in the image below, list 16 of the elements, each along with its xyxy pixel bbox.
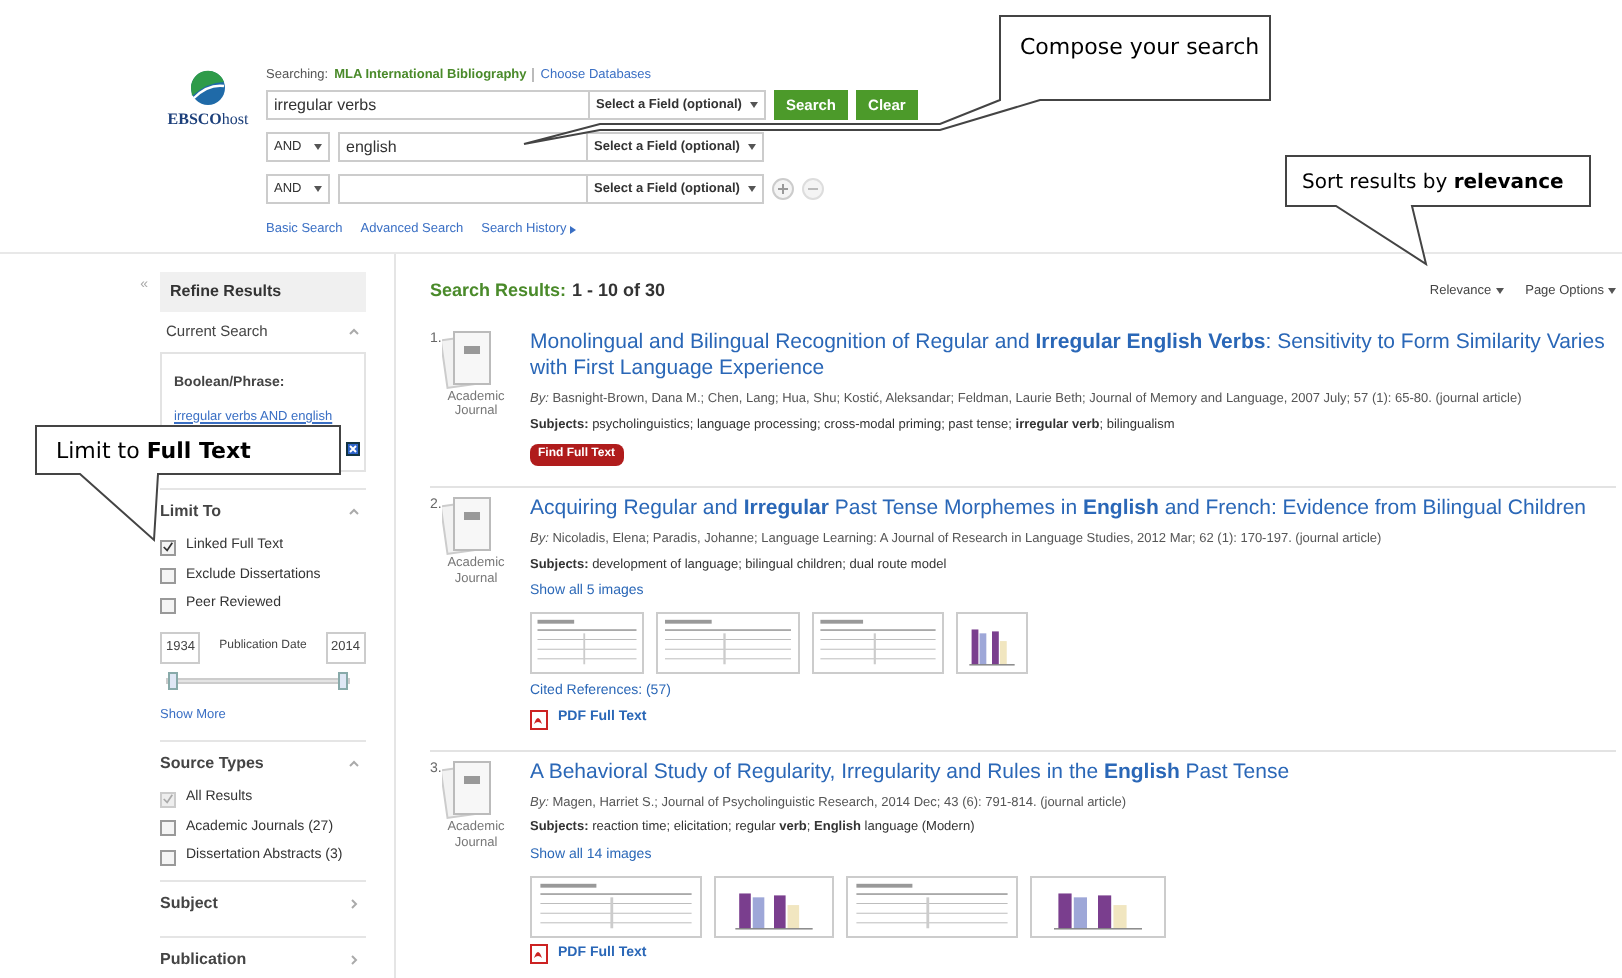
result-title-link[interactable]: A Behavioral Study of Regularity, Irregularity and Rules in the English Past Tense [530,759,1616,788]
section-title[interactable]: Subject [160,891,218,916]
callout-text: Sort results by relevance [1300,170,1566,198]
section-title[interactable]: Limit To [160,500,222,525]
result-title-link[interactable]: Monolingual and Bilingual Recognition of Regular and Irregular English Verbs: Sensitivity to Form Similarity Varies with First Language Experience [530,329,1616,384]
section-title[interactable]: Publication [160,947,247,972]
section-title[interactable]: Source Types [160,752,264,777]
search-input[interactable]: english [340,134,586,160]
refine-results-header: Refine Results [160,272,366,312]
search-input[interactable]: irregular verbs [268,92,588,118]
result-title-link[interactable]: Acquiring Regular and Irregular Past Tense Morphemes in English and French: Evidence from Bilingual Children [530,496,1616,524]
logo-text: EBSCOhost [167,108,249,132]
results-label: Search Results: [430,278,567,304]
callout-text: Compose your search [1018,32,1262,64]
callout-text: Limit to Full Text [54,436,253,468]
results-count: 1 - 10 of 30 [572,278,666,304]
